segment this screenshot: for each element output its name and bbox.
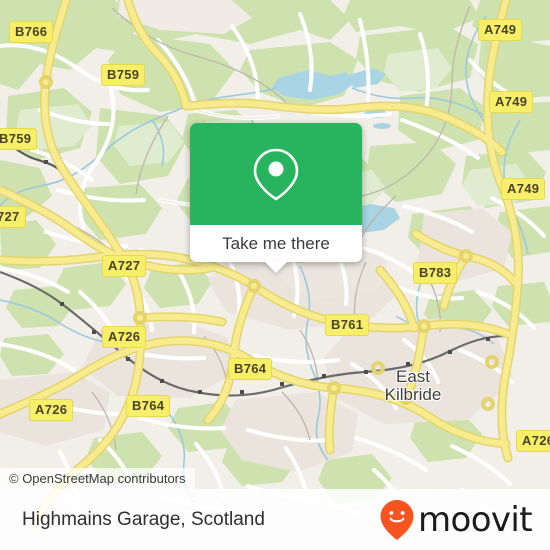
road-shield-b764-mid: B764 [228,358,273,380]
map-pin-icon [253,148,299,201]
road-shield-b766: B766 [9,21,54,43]
place-label-east-kilbride: East Kilbride [384,367,442,404]
road-shield-b761: B761 [325,314,370,336]
osm-attribution[interactable]: © OpenStreetMap contributors [0,468,195,489]
road-shield-a749-mid: A749 [489,91,534,113]
map-screenshot: B766 B759 B759 727 A727 A726 A726 B764 B… [0,0,550,550]
footer-bar: Highmains Garage, Scotland moovit [0,489,550,550]
take-me-there-card[interactable]: Take me there [190,123,362,273]
road-shield-b764-sw: B764 [126,395,171,417]
page-title: Highmains Garage, Scotland [22,508,265,530]
osm-attribution-text: © OpenStreetMap contributors [9,471,186,486]
road-shield-b783: B783 [413,262,458,284]
road-shield-b759-west: B759 [0,128,38,150]
road-shield-a727: A727 [102,255,147,277]
moovit-logo[interactable]: moovit [379,499,533,541]
road-shield-b759-north: B759 [101,64,146,86]
moovit-wordmark: moovit [417,499,533,540]
road-shield-a726-sw: A726 [29,399,74,421]
card-pin-area [190,123,362,225]
take-me-there-label: Take me there [222,233,330,253]
road-shield-a749-south: A749 [501,178,546,200]
road-shield-a726-se: A726 [516,430,550,452]
card-action-area[interactable]: Take me there [190,225,362,273]
moovit-smile-pin-icon [380,499,414,540]
road-shield-a727-edge: 727 [0,206,26,228]
road-shield-a726-mid: A726 [102,326,147,348]
road-shield-a749-north: A749 [478,19,523,41]
card-pointer-triangle [264,261,288,273]
